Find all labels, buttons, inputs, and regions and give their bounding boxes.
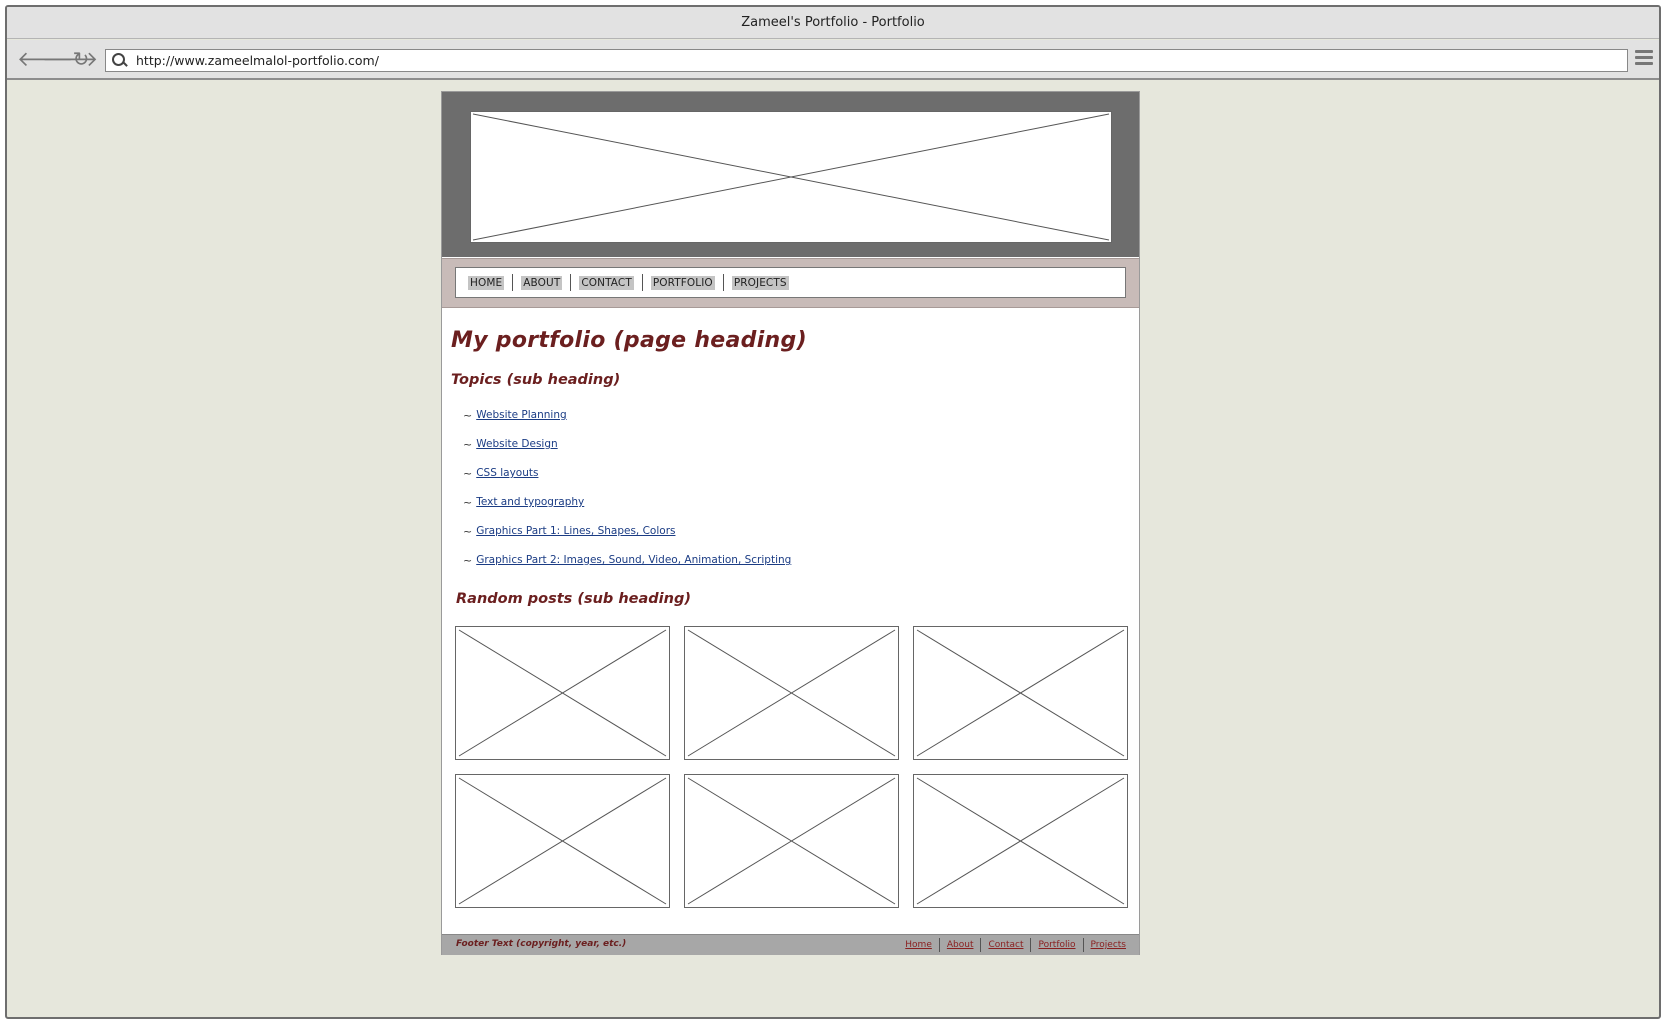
topic-link-graphics-part-1[interactable]: Graphics Part 1: Lines, Shapes, Colors [476,525,675,537]
footer-link-about[interactable]: About [940,940,981,950]
topic-link-text-typography[interactable]: Text and typography [476,496,584,508]
post-thumbnail-4[interactable] [455,774,670,908]
nav-divider [641,274,643,291]
list-item: ~ Graphics Part 2: Images, Sound, Video, … [463,554,791,583]
nav-link-home[interactable]: HOME [468,275,505,290]
nav-link-projects[interactable]: PROJECTS [731,275,789,290]
footer-link-contact[interactable]: Contact [981,940,1030,950]
browser-window: Zameel's Portfolio - Portfolio 🡐 🡒 ↻ htt… [5,5,1661,1019]
address-bar[interactable]: http://www.zameelmalol-portfolio.com/ [105,49,1628,72]
topics-heading: Topics (sub heading) [451,372,621,388]
post-thumbnail-3[interactable] [913,626,1128,760]
topic-link-website-planning[interactable]: Website Planning [476,409,566,421]
image-placeholder-icon [458,777,667,905]
browser-toolbar: 🡐 🡒 ↻ http://www.zameelmalol-portfolio.c… [7,40,1659,80]
image-placeholder-icon [916,629,1125,757]
post-thumbnail-2[interactable] [684,626,899,760]
image-placeholder-icon [916,777,1125,905]
image-placeholder-icon [687,777,896,905]
topic-link-website-design[interactable]: Website Design [476,438,557,450]
post-thumbnail-1[interactable] [455,626,670,760]
image-placeholder-icon [687,629,896,757]
list-item: ~ Website Design [463,438,791,467]
main-nav: HOME ABOUT CONTACT PORTFOLIO PROJECTS [455,267,1126,298]
nav-link-contact[interactable]: CONTACT [579,275,634,290]
nav-divider [512,274,514,291]
forward-button[interactable]: 🡒 [42,48,98,70]
nav-divider [722,274,724,291]
nav-link-portfolio[interactable]: PORTFOLIO [650,275,715,290]
back-button[interactable]: 🡐 [17,48,73,70]
footer-links: Home About Contact Portfolio Projects [898,938,1133,952]
reload-icon: ↻ [72,47,90,71]
list-item: ~ Website Planning [463,409,791,438]
nav-link-label: CONTACT [579,275,634,290]
footer-link-home[interactable]: Home [898,940,939,950]
list-item: ~ Graphics Part 1: Lines, Shapes, Colors [463,525,791,554]
bullet: ~ [463,438,473,451]
banner-image-placeholder [470,111,1112,243]
image-placeholder-icon [472,113,1110,241]
image-placeholder-icon [458,629,667,757]
bullet: ~ [463,525,473,538]
list-item: ~ Text and typography [463,496,791,525]
reload-button[interactable]: ↻ [70,48,92,70]
bullet: ~ [463,467,473,480]
bullet: ~ [463,554,473,567]
footer-link-portfolio[interactable]: Portfolio [1031,940,1082,950]
topic-list: ~ Website Planning ~ Website Design ~ CSS l… [463,409,791,583]
post-thumbnail-6[interactable] [913,774,1128,908]
topic-link-graphics-part-2[interactable]: Graphics Part 2: Images, Sound, Video, A… [476,554,791,566]
footer-text: Footer Text (copyright, year, etc.) [456,939,627,949]
nav-divider [570,274,572,291]
page-heading: My portfolio (page heading) [451,328,807,353]
list-item: ~ CSS layouts [463,467,791,496]
hamburger-menu-icon[interactable] [1635,50,1653,68]
bullet: ~ [463,409,473,422]
post-thumbnail-5[interactable] [684,774,899,908]
nav-link-label: PORTFOLIO [650,275,715,290]
url-text[interactable]: http://www.zameelmalol-portfolio.com/ [136,53,379,68]
topic-link-css-layouts[interactable]: CSS layouts [476,467,538,479]
site-header [442,92,1139,257]
search-icon [112,52,128,69]
window-titlebar: Zameel's Portfolio - Portfolio [7,7,1659,39]
nav-link-about[interactable]: ABOUT [521,275,563,290]
footer-link-projects[interactable]: Projects [1084,940,1133,950]
nav-link-label: ABOUT [521,275,563,290]
random-posts-heading: Random posts (sub heading) [456,591,691,607]
bullet: ~ [463,496,473,509]
web-page: HOME ABOUT CONTACT PORTFOLIO PROJECTS My… [441,91,1140,955]
site-footer: Footer Text (copyright, year, etc.) Home… [442,934,1139,955]
window-title: Zameel's Portfolio - Portfolio [741,15,925,30]
main-nav-bar: HOME ABOUT CONTACT PORTFOLIO PROJECTS [442,258,1139,308]
nav-link-label: HOME [468,275,505,290]
nav-link-label: PROJECTS [731,275,789,290]
